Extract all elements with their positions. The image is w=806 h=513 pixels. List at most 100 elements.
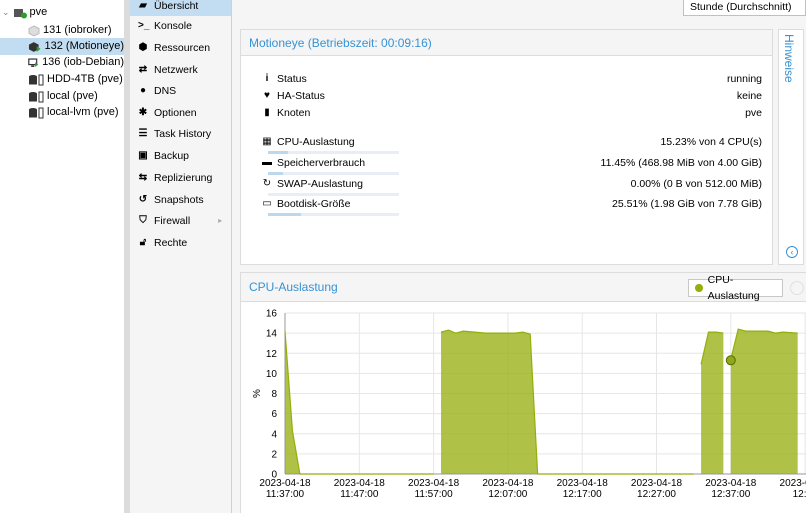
menu-item-permissions[interactable]: 🔓︎ Rechte xyxy=(130,233,231,253)
menu-item-options[interactable]: ✱ Optionen xyxy=(130,103,231,123)
row-label: Speicherverbrauch xyxy=(277,157,366,169)
memory-usage-row: ▬ Speicherverbrauch 11.45% (468.98 MiB vo… xyxy=(262,155,762,171)
tree-item-label: HDD-4TB (pve) xyxy=(47,73,123,85)
tree-item-label: local-lvm (pve) xyxy=(47,106,119,118)
x-tick-time: 12:27:00 xyxy=(637,489,676,500)
menu-item-overview[interactable]: ▰ Übersicht xyxy=(130,0,231,16)
row-label: CPU-Auslastung xyxy=(277,136,355,148)
ha-status-row: ♥ HA-Status keine xyxy=(262,88,762,104)
menu-item-task-history[interactable]: ☰ Task History xyxy=(130,124,231,144)
tree-item-label: local (pve) xyxy=(47,90,98,102)
retweet-icon: ⇆ xyxy=(138,172,148,183)
menu-item-label: Ressourcen xyxy=(154,42,211,54)
cube-icon: ⬢ xyxy=(138,42,148,53)
row-value: 0.00% (0 B von 512.00 MiB) xyxy=(630,178,762,190)
menu-item-label: Rechte xyxy=(154,237,188,249)
collapse-left-icon[interactable]: ‹ xyxy=(786,246,798,258)
hints-panel-title: Hinweise xyxy=(782,34,796,83)
status-panel: Motioneye (Betriebszeit: 00:09:16) i Stat… xyxy=(240,29,773,265)
y-tick-label: 16 xyxy=(266,309,278,320)
row-label: SWAP-Auslastung xyxy=(277,178,363,190)
node-row: ▮ Knoten pve xyxy=(262,105,762,121)
tree-item-label: 132 (Motioneye) xyxy=(44,40,125,52)
usage-bar-fill xyxy=(268,213,302,216)
menu-item-console[interactable]: >_ Konsole xyxy=(130,16,231,36)
storage-icon xyxy=(29,91,44,102)
vm-running-icon xyxy=(28,57,39,67)
tree-item-136[interactable]: 136 (iob-Debian) xyxy=(28,54,124,71)
menu-item-network[interactable]: ⇄ Netzwerk xyxy=(130,60,231,80)
menu-item-dns[interactable]: ● DNS xyxy=(130,81,231,101)
x-tick-time: 11:57:00 xyxy=(415,489,454,500)
row-value: 11.45% (468.98 MiB von 4.00 GiB) xyxy=(600,157,762,169)
swap-usage-row: ↻ SWAP-Auslastung 0.00% (0 B von 512.00 M… xyxy=(262,176,762,192)
hdd-icon: ▭ xyxy=(262,198,272,209)
y-tick-label: 8 xyxy=(271,389,277,400)
tree-item-local[interactable]: local (pve) xyxy=(28,88,124,105)
x-tick-time: 12:17:00 xyxy=(563,489,602,500)
resource-tree: ⌄ pve 131 (iobroker) 132 (Motioneye) 136… xyxy=(0,0,124,513)
x-tick-time: 12:37:00 xyxy=(711,489,750,500)
tree-item-hdd-4tb[interactable]: HDD-4TB (pve) xyxy=(28,71,124,88)
timeframe-select[interactable]: Stunde (Durchschnitt) xyxy=(683,0,806,16)
tree-node-pve[interactable]: ⌄ pve xyxy=(2,4,47,21)
x-tick-time: 12:07:00 xyxy=(488,489,527,500)
tree-item-label: 131 (iobroker) xyxy=(43,24,112,36)
row-value: keine xyxy=(736,90,762,102)
x-tick-time: 11:47:00 xyxy=(340,489,379,500)
tree-item-131[interactable]: 131 (iobroker) xyxy=(28,22,124,39)
menu-item-firewall[interactable]: ⛉ Firewall ▸ xyxy=(130,211,231,231)
y-axis-label: % xyxy=(252,389,263,398)
exchange-icon: ⇄ xyxy=(138,64,148,75)
memory-icon: ▬ xyxy=(262,157,272,168)
usage-bar-fill xyxy=(268,151,288,154)
menu-item-replication[interactable]: ⇆ Replizierung xyxy=(130,168,231,188)
x-tick-time: 12:46 xyxy=(793,489,806,500)
tree-node-label: pve xyxy=(29,6,48,18)
timeframe-value: Stunde (Durchschnitt) xyxy=(690,1,792,13)
x-tick-date: 2023-04-18 xyxy=(557,478,609,489)
bootdisk-usage-row: ▭ Bootdisk-Größe 25.51% (1.98 GiB von 7.7… xyxy=(262,196,762,212)
tree-item-local-lvm[interactable]: local-lvm (pve) xyxy=(28,104,124,121)
menu-item-backup[interactable]: ▣ Backup xyxy=(130,146,231,166)
data-point-marker xyxy=(725,355,736,366)
row-label: Status xyxy=(277,73,307,85)
x-tick-date: 2023-04-18 xyxy=(631,478,683,489)
cpu-icon: ▦ xyxy=(262,136,272,147)
x-tick-date: 2023-04-18 xyxy=(259,478,311,489)
series-area xyxy=(701,332,724,474)
series-area xyxy=(730,329,798,474)
storage-icon xyxy=(29,74,44,85)
menu-item-label: Optionen xyxy=(154,107,197,119)
server-node-icon xyxy=(13,8,27,18)
row-value: running xyxy=(726,73,762,85)
collapse-icon[interactable]: ⌄ xyxy=(2,4,10,21)
menu-item-label: Konsole xyxy=(154,20,192,32)
menu-item-snapshots[interactable]: ↺ Snapshots xyxy=(130,190,231,210)
globe-icon: ● xyxy=(139,85,147,96)
info-icon: i xyxy=(265,73,269,84)
history-icon: ↺ xyxy=(138,194,148,205)
x-tick-date: 2023-04-18 xyxy=(334,478,386,489)
row-value: 25.51% (1.98 GiB von 7.78 GiB) xyxy=(612,198,762,210)
shield-icon: ⛉ xyxy=(139,215,147,226)
y-tick-label: 10 xyxy=(266,369,278,380)
x-tick-date: 2023-04-18 xyxy=(705,478,757,489)
tree-item-132[interactable]: 132 (Motioneye) xyxy=(0,38,124,55)
hints-panel[interactable]: Hinweise ‹ xyxy=(778,29,804,265)
bootdisk-usage-bar xyxy=(268,213,399,216)
menu-item-label: DNS xyxy=(154,85,177,97)
series-area xyxy=(441,330,694,474)
row-label: HA-Status xyxy=(277,90,325,102)
list-icon: ☰ xyxy=(138,128,148,139)
menu-item-label: Task History xyxy=(154,128,212,140)
cpu-chart-panel: CPU-Auslastung CPU-Auslastung 0 2 4 6 8 10 12 1… xyxy=(240,272,806,513)
row-value: pve xyxy=(745,107,762,119)
menu-item-resources[interactable]: ⬢ Ressourcen xyxy=(130,38,231,58)
row-value: 15.23% von 4 CPU(s) xyxy=(660,136,762,148)
menu-item-label: Replizierung xyxy=(154,172,213,184)
gear-icon: ✱ xyxy=(138,107,148,118)
x-tick-date: 2023-04-18 xyxy=(780,478,806,489)
y-tick-label: 4 xyxy=(271,429,277,440)
container-stopped-icon xyxy=(28,24,40,37)
